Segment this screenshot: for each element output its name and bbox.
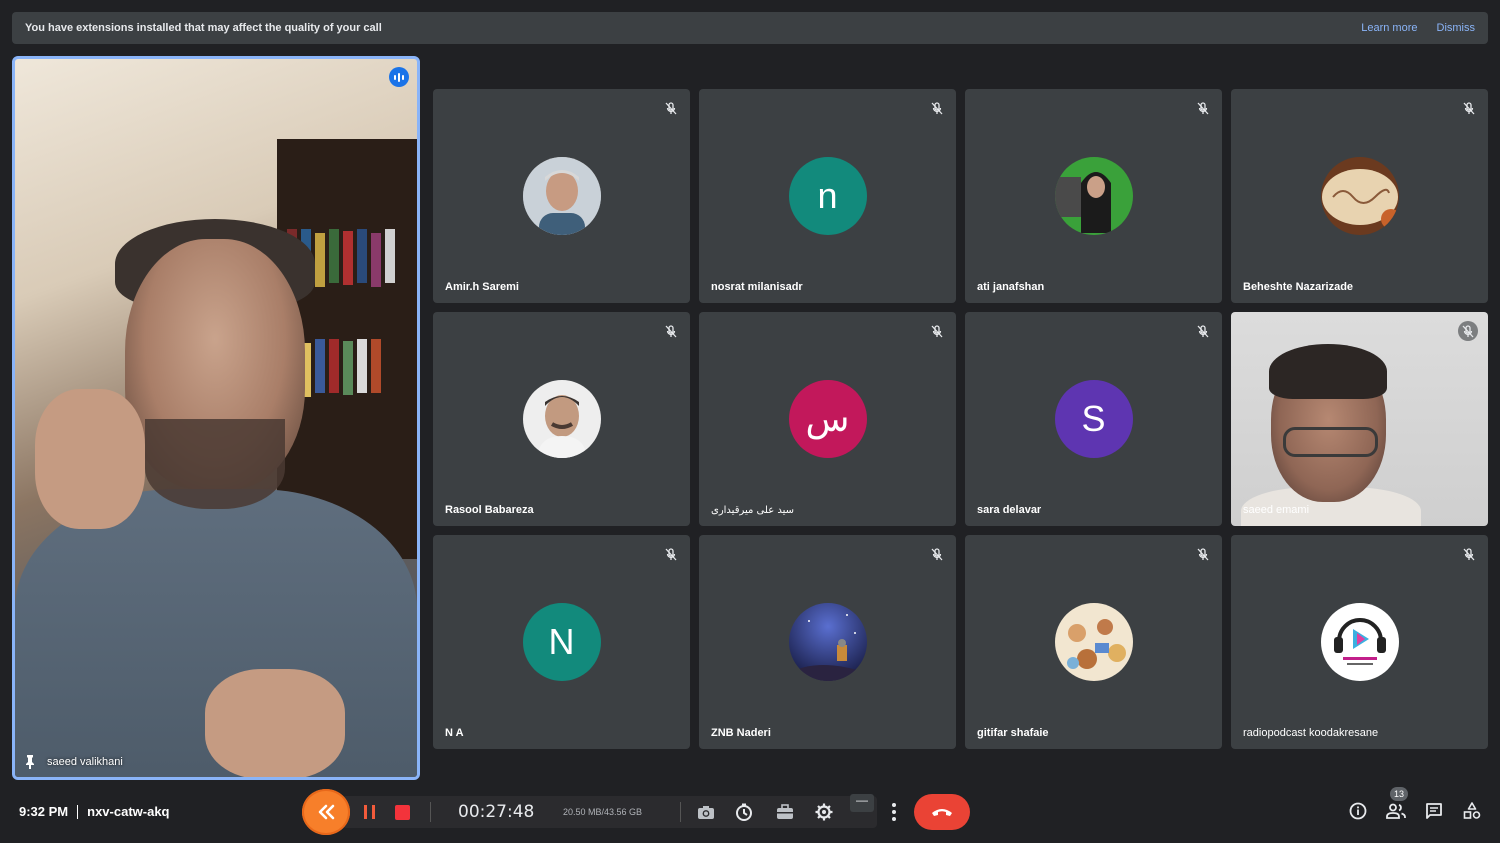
- participant-tile[interactable]: radiopodcast koodakresane: [1231, 535, 1488, 749]
- dismiss-button[interactable]: Dismiss: [1437, 22, 1476, 34]
- activities-shapes-icon: [1463, 802, 1481, 819]
- mic-off-icon: [930, 101, 944, 115]
- participant-tile[interactable]: ati janafshan: [965, 89, 1222, 303]
- recording-elapsed-time: 00:27:48: [458, 802, 535, 822]
- stop-recording-button[interactable]: [395, 805, 410, 820]
- person-hair: [1269, 344, 1387, 399]
- participant-name: Beheshte Nazarizade: [1243, 281, 1354, 293]
- audio-level-icon: [389, 67, 409, 87]
- recording-file-size: 20.50 MB/43.56 GB: [563, 807, 643, 817]
- mic-off-icon: [664, 101, 678, 115]
- mic-off-icon: [1196, 101, 1210, 115]
- participant-count-badge: 13: [1390, 787, 1408, 801]
- participant-name: sara delavar: [977, 504, 1042, 516]
- chat-icon: [1426, 803, 1442, 819]
- participant-tile[interactable]: Beheshte Nazarizade: [1231, 89, 1488, 303]
- participant-initial-avatar: n: [788, 157, 867, 235]
- participant-tile[interactable]: Rasool Babareza: [433, 312, 690, 526]
- extensions-warning-banner: You have extensions installed that may a…: [12, 12, 1488, 44]
- participant-name: gitifar shafaie: [977, 727, 1049, 739]
- pinned-participant-video[interactable]: saeed valikhani: [12, 56, 420, 780]
- learn-more-link[interactable]: Learn more: [1361, 22, 1417, 34]
- meeting-side-controls: 13: [1348, 787, 1482, 821]
- participant-tile-video[interactable]: saeed emami: [1231, 312, 1488, 526]
- people-icon: [1386, 803, 1406, 819]
- pinned-participant-label: saeed valikhani: [25, 755, 123, 769]
- screen-recorder-toolbar: 00:27:48 20.50 MB/43.56 GB —: [302, 789, 877, 835]
- participant-photo-avatar: [1054, 157, 1133, 235]
- meeting-details: 9:32 PM nxv-catw-akq: [19, 804, 170, 819]
- meeting-details-button[interactable]: [1348, 801, 1368, 821]
- person-beard: [145, 419, 285, 509]
- participant-tile[interactable]: n nosrat milanisadr: [699, 89, 956, 303]
- timer-icon[interactable]: [734, 802, 754, 822]
- mic-off-icon: [930, 547, 944, 561]
- participant-photo-avatar: [788, 603, 867, 681]
- double-chevron-left-icon: [318, 804, 335, 820]
- divider: [430, 802, 431, 822]
- participant-photo-avatar: [522, 157, 601, 235]
- toolbox-icon[interactable]: [775, 802, 795, 822]
- info-icon: [1349, 802, 1367, 820]
- banner-message: You have extensions installed that may a…: [25, 22, 382, 34]
- participant-photo-avatar: [1320, 157, 1399, 235]
- camera-icon[interactable]: [696, 802, 716, 822]
- people-button[interactable]: 13: [1386, 787, 1408, 821]
- participant-tile[interactable]: س سید علی میرقیداری: [699, 312, 956, 526]
- more-options-button[interactable]: [884, 800, 904, 824]
- mic-off-icon: [1462, 101, 1476, 115]
- participant-tile[interactable]: Amir.h Saremi: [433, 89, 690, 303]
- settings-gear-icon[interactable]: [814, 802, 834, 822]
- participant-name: ati janafshan: [977, 281, 1045, 293]
- participant-initial-avatar: N: [522, 603, 601, 681]
- person-hand: [205, 669, 345, 777]
- person-hand: [35, 389, 145, 529]
- mic-off-icon: [1458, 321, 1478, 341]
- participant-initial-avatar: S: [1054, 380, 1133, 458]
- participant-tile[interactable]: N N A: [433, 535, 690, 749]
- divider: [77, 804, 79, 819]
- participant-name: Amir.h Saremi: [445, 281, 519, 293]
- activities-button[interactable]: [1462, 801, 1482, 821]
- mic-off-icon: [1196, 547, 1210, 561]
- participant-name: nosrat milanisadr: [711, 281, 803, 293]
- pinned-participant-name: saeed valikhani: [47, 756, 123, 768]
- participant-name: radiopodcast koodakresane: [1243, 727, 1379, 739]
- meeting-code[interactable]: nxv-catw-akq: [87, 804, 169, 819]
- participant-tile[interactable]: gitifar shafaie: [965, 535, 1222, 749]
- divider: [680, 802, 681, 822]
- participant-name: Rasool Babareza: [445, 504, 534, 516]
- participant-initial-avatar: س: [788, 380, 867, 458]
- pause-recording-button[interactable]: [364, 805, 375, 819]
- leave-call-button[interactable]: [914, 794, 970, 830]
- participant-photo-avatar: [1054, 603, 1133, 681]
- minimize-recorder-button[interactable]: —: [850, 794, 874, 812]
- participant-name: N A: [445, 727, 464, 739]
- podcast-logo-avatar: [1320, 603, 1399, 681]
- participant-grid: Amir.h Saremi n nosrat milanisadr ati ja…: [433, 89, 1488, 749]
- mic-off-icon: [664, 324, 678, 338]
- mic-off-icon: [1196, 324, 1210, 338]
- mic-off-icon: [930, 324, 944, 338]
- participant-tile[interactable]: S sara delavar: [965, 312, 1222, 526]
- participant-name: ZNB Naderi: [711, 727, 771, 739]
- participant-name: saeed emami: [1243, 504, 1310, 516]
- participant-name: سید علی میرقیداری: [711, 505, 794, 516]
- pin-icon[interactable]: [25, 755, 35, 769]
- hang-up-icon: [932, 809, 952, 816]
- person-glasses: [1283, 427, 1378, 457]
- mic-off-icon: [664, 547, 678, 561]
- recorder-collapse-button[interactable]: [302, 789, 350, 835]
- participant-photo-avatar: [522, 380, 601, 458]
- chat-button[interactable]: [1424, 801, 1444, 821]
- recorder-bar: 00:27:48 20.50 MB/43.56 GB —: [342, 794, 877, 828]
- participant-tile[interactable]: ZNB Naderi: [699, 535, 956, 749]
- mic-off-icon: [1462, 547, 1476, 561]
- banner-actions: Learn more Dismiss: [1361, 22, 1475, 34]
- current-time: 9:32 PM: [19, 804, 69, 819]
